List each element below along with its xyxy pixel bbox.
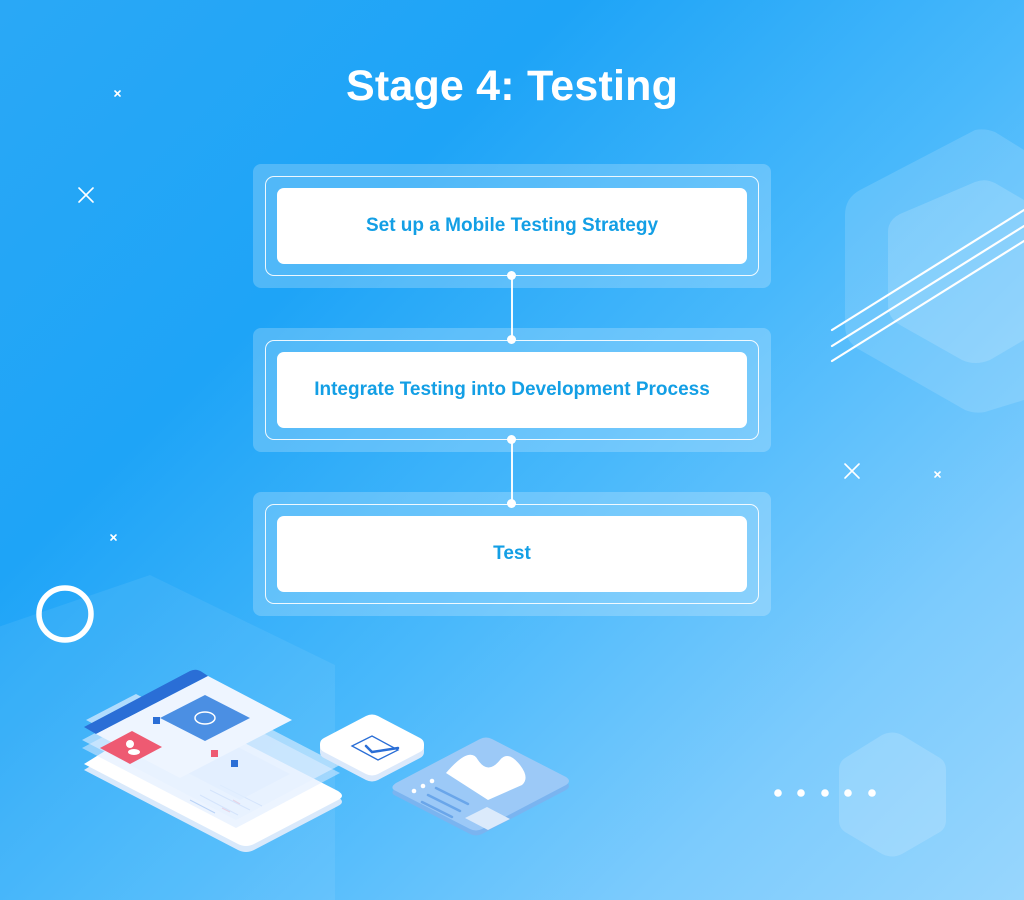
connector-dot <box>507 435 516 444</box>
close-x-icon-right <box>844 463 860 479</box>
step-container-3: Test <box>253 492 771 616</box>
step-label: Integrate Testing into Development Proce… <box>314 379 710 400</box>
hexagon-shape-right-outer <box>845 129 1024 413</box>
page-title: Stage 4: Testing <box>345 62 679 110</box>
diagonal-lines-icon <box>830 208 1024 363</box>
hexagon-shape-bottom-left <box>0 575 335 900</box>
step-label: Set up a Mobile Testing Strategy <box>365 215 659 236</box>
close-x-icon-small-right <box>934 471 941 478</box>
step-card[interactable]: Set up a Mobile Testing Strategy <box>277 188 747 264</box>
ring-icon <box>36 585 94 643</box>
close-x-icon-small-left <box>110 534 117 541</box>
step-container-1: Set up a Mobile Testing Strategy <box>253 164 771 288</box>
layered-tablet-illustration <box>82 669 342 852</box>
step-card[interactable]: Integrate Testing into Development Proce… <box>277 352 747 428</box>
checkbox-tile-illustration <box>320 714 424 782</box>
step-container-2: Integrate Testing into Development Proce… <box>253 328 771 452</box>
hexagon-shape-right-inner <box>888 180 1024 363</box>
close-x-icon-left <box>78 187 94 203</box>
step-label: Test <box>493 543 531 564</box>
connector-dot <box>507 271 516 280</box>
dots-icon <box>774 789 876 797</box>
step-card[interactable]: Test <box>277 516 747 592</box>
chart-card-illustration <box>392 737 569 836</box>
hexagon-shape-bottom-right <box>839 732 946 857</box>
